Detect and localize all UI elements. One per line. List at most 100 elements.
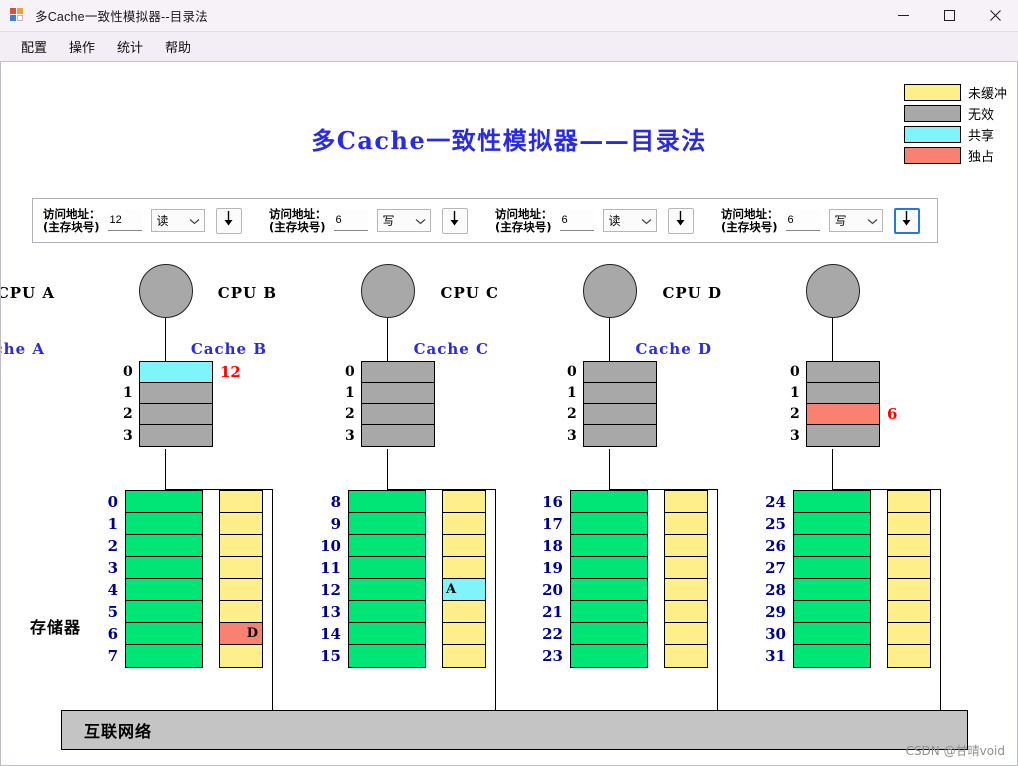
directory-cell[interactable] [220, 579, 262, 601]
memory-cell[interactable]: 10 [320, 535, 425, 557]
directory-cell[interactable] [888, 579, 930, 601]
memory-cell[interactable]: 22 [542, 623, 647, 645]
memory-cell[interactable]: 4 [108, 579, 202, 601]
operation-select-b[interactable]: 写 [376, 209, 431, 232]
directory-cell[interactable] [888, 491, 930, 513]
memory-cell[interactable]: 18 [542, 535, 647, 557]
cache-line[interactable]: 1 [123, 383, 212, 404]
directory-cell[interactable] [443, 491, 485, 513]
directory-cell[interactable] [888, 513, 930, 535]
memory-cell[interactable]: 1 [108, 513, 202, 535]
directory-cell[interactable] [888, 557, 930, 579]
memory-cell[interactable]: 19 [542, 557, 647, 579]
memory-cell[interactable]: 14 [320, 623, 425, 645]
memory-cell[interactable]: 20 [542, 579, 647, 601]
directory-cell[interactable] [443, 535, 485, 557]
cache-line[interactable]: 0 [345, 362, 434, 383]
memory-cell[interactable]: 27 [765, 557, 870, 579]
directory-cell[interactable] [443, 623, 485, 645]
cache-line[interactable]: 1 [790, 383, 879, 404]
cache-line[interactable]: 3 [790, 425, 879, 446]
memory-cell[interactable]: 7 [108, 645, 202, 667]
memory-cell[interactable]: 31 [765, 645, 870, 667]
memory-cell[interactable]: 13 [320, 601, 425, 623]
memory-cell[interactable]: 11 [320, 557, 425, 579]
memory-cell[interactable]: 29 [765, 601, 870, 623]
cache-line[interactable]: 2 [345, 404, 434, 425]
directory-cell[interactable] [665, 513, 707, 535]
maximize-button[interactable] [926, 0, 972, 32]
cache-line[interactable]: 3 [345, 425, 434, 446]
memory-cell[interactable]: 15 [320, 645, 425, 667]
memory-cell[interactable]: 8 [331, 491, 425, 513]
execute-button-a[interactable] [215, 207, 242, 234]
memory-cell[interactable]: 28 [765, 579, 870, 601]
cache-line[interactable]: 0 12 [123, 362, 241, 383]
cache-line[interactable]: 0 [790, 362, 879, 383]
directory-cell[interactable] [665, 535, 707, 557]
execute-button-b[interactable] [441, 207, 468, 234]
close-button[interactable] [972, 0, 1018, 32]
memory-cell[interactable]: 6 [108, 623, 202, 645]
memory-cell[interactable]: 21 [542, 601, 647, 623]
directory-cell[interactable] [220, 645, 262, 667]
down-arrow-icon [224, 210, 233, 231]
memory-cell[interactable]: 0 [108, 491, 202, 513]
cache-line[interactable]: 0 [567, 362, 656, 383]
directory-cell[interactable] [220, 601, 262, 623]
memory-cell[interactable]: 24 [765, 491, 870, 513]
directory-cell[interactable] [888, 535, 930, 557]
memory-cell[interactable]: 16 [542, 491, 647, 513]
directory-cell[interactable] [665, 623, 707, 645]
execute-button-d[interactable] [893, 207, 920, 234]
cache-line[interactable]: 3 [123, 425, 212, 446]
cache-line[interactable]: 2 6 [790, 404, 897, 425]
menu-item-operate[interactable]: 操作 [58, 33, 106, 60]
address-input-a[interactable] [107, 210, 142, 231]
menu-item-config[interactable]: 配置 [10, 33, 58, 60]
directory-cell[interactable] [443, 645, 485, 667]
memory-cell[interactable]: 30 [765, 623, 870, 645]
directory-cell[interactable]: D [220, 623, 262, 645]
address-input-d[interactable] [785, 210, 820, 231]
directory-cell[interactable] [888, 645, 930, 667]
memory-cell[interactable]: 9 [331, 513, 425, 535]
memory-cell[interactable]: 26 [765, 535, 870, 557]
minimize-button[interactable] [880, 0, 926, 32]
menu-item-help[interactable]: 帮助 [154, 33, 202, 60]
operation-select-a[interactable]: 读 [150, 209, 205, 232]
directory-cell[interactable] [665, 557, 707, 579]
cache-line[interactable]: 1 [567, 383, 656, 404]
address-input-b[interactable] [333, 210, 368, 231]
directory-cell[interactable] [220, 557, 262, 579]
directory-cell[interactable] [220, 513, 262, 535]
directory-cell[interactable] [220, 535, 262, 557]
memory-cell[interactable]: 3 [108, 557, 202, 579]
directory-cell[interactable] [888, 623, 930, 645]
operation-select-d[interactable]: 写 [828, 209, 883, 232]
cache-line[interactable]: 1 [345, 383, 434, 404]
directory-cell[interactable] [443, 557, 485, 579]
cache-line[interactable]: 2 [567, 404, 656, 425]
memory-cell[interactable]: 12 [320, 579, 425, 601]
directory-cell[interactable] [443, 513, 485, 535]
memory-cell[interactable]: 2 [108, 535, 202, 557]
directory-cell[interactable] [220, 491, 262, 513]
memory-cell[interactable]: 17 [542, 513, 647, 535]
memory-cell[interactable]: 25 [765, 513, 870, 535]
operation-select-c[interactable]: 读 [602, 209, 657, 232]
cache-line[interactable]: 3 [567, 425, 656, 446]
menu-item-stats[interactable]: 统计 [106, 33, 154, 60]
directory-cell[interactable] [888, 601, 930, 623]
address-input-c[interactable] [559, 210, 594, 231]
memory-cell[interactable]: 23 [542, 645, 647, 667]
directory-cell[interactable] [665, 601, 707, 623]
directory-cell[interactable] [443, 601, 485, 623]
directory-cell[interactable] [665, 579, 707, 601]
memory-cell[interactable]: 5 [108, 601, 202, 623]
directory-cell[interactable]: A [443, 579, 485, 601]
directory-cell[interactable] [665, 491, 707, 513]
execute-button-c[interactable] [667, 207, 694, 234]
cache-line[interactable]: 2 [123, 404, 212, 425]
directory-cell[interactable] [665, 645, 707, 667]
